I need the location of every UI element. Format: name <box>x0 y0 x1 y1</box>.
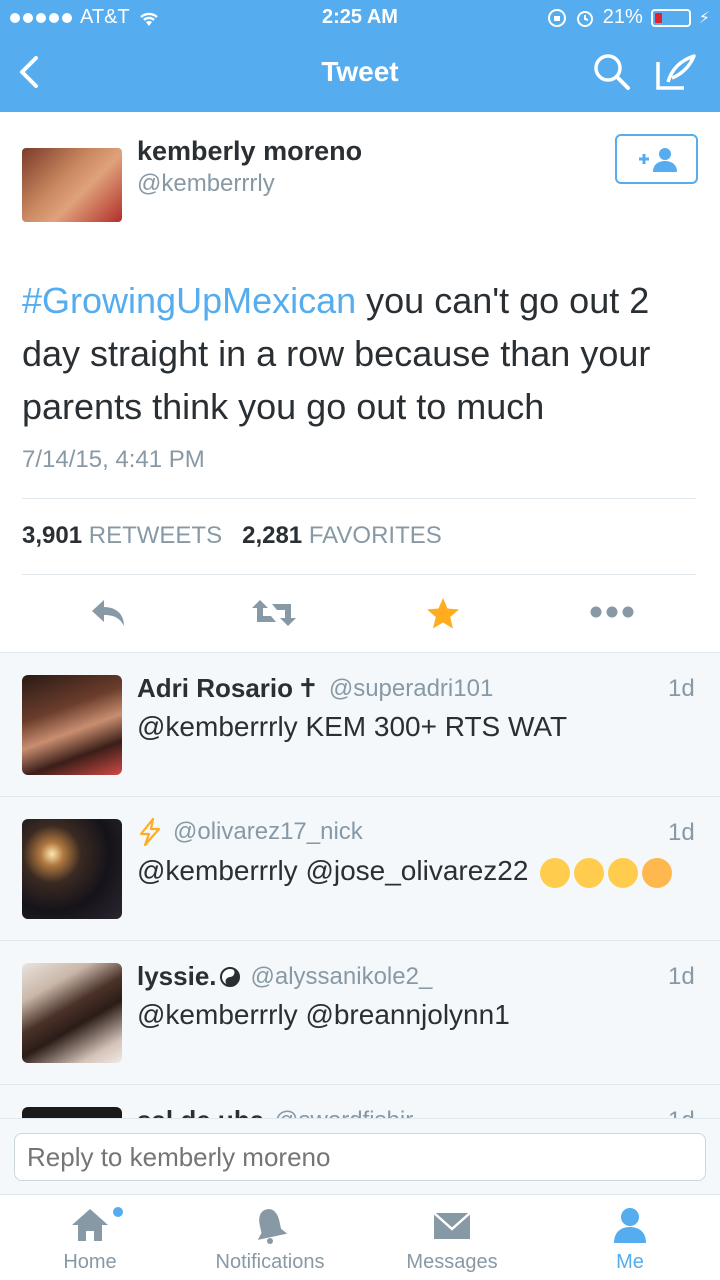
author-avatar[interactable] <box>22 148 122 222</box>
lightning-icon <box>139 817 161 847</box>
tweet-actions <box>0 590 720 642</box>
reply-text-body: @kemberrrly @jose_olivarez22 <box>137 855 529 886</box>
yin-yang-icon <box>219 966 240 987</box>
tab-notifications[interactable]: Notifications <box>180 1195 360 1280</box>
cross-symbol: ✝ <box>297 673 319 703</box>
tab-bar: Home Notifications Messages Me <box>0 1194 720 1280</box>
avatar[interactable] <box>22 819 122 919</box>
tweet-text: #GrowingUpMexican you can't go out 2 day… <box>22 274 702 433</box>
tab-label: Me <box>616 1251 644 1273</box>
author-handle[interactable]: @kemberrrly <box>137 170 275 198</box>
replies-list[interactable]: Adri Rosario ✝ @superadri101 1d @kemberrr… <box>0 652 720 1118</box>
tab-home[interactable]: Home <box>0 1195 180 1280</box>
compose-icon[interactable] <box>654 52 698 92</box>
rotation-lock-icon <box>547 8 566 27</box>
battery-icon <box>650 8 691 27</box>
battery-percent: 21% <box>602 6 643 28</box>
tears-of-joy-emoji-icon <box>608 857 639 888</box>
avatar[interactable] <box>22 963 122 1063</box>
reply-author-name[interactable]: sal de uba <box>137 1105 264 1118</box>
reply-author-name[interactable]: lyssie. <box>137 961 217 992</box>
person-icon <box>614 1208 646 1243</box>
tab-messages[interactable]: Messages <box>362 1195 542 1280</box>
tab-label: Notifications <box>215 1251 325 1273</box>
list-item[interactable]: Adri Rosario ✝ @superadri101 1d @kemberrr… <box>0 653 720 797</box>
tears-of-joy-emoji-icon <box>574 857 605 888</box>
reply-bar <box>0 1118 720 1194</box>
tab-label: Home <box>63 1251 117 1273</box>
reply-author-handle[interactable]: @swordfishir <box>274 1107 413 1119</box>
reply-age: 1d <box>668 675 695 702</box>
reply-input[interactable] <box>14 1133 706 1181</box>
favorite-star-icon[interactable] <box>425 596 461 632</box>
add-user-icon <box>639 148 677 172</box>
tab-me[interactable]: Me <box>540 1195 720 1280</box>
reply-age: 1d <box>668 1107 695 1118</box>
author-name[interactable]: kemberly moreno <box>137 136 362 167</box>
reply-icon[interactable] <box>88 596 128 630</box>
reply-author-name-text: Adri Rosario <box>137 673 294 703</box>
favorites-count: 2,281 <box>242 522 303 549</box>
more-icon[interactable] <box>590 606 634 618</box>
retweets-count: 3,901 <box>22 522 83 549</box>
divider <box>22 574 696 575</box>
hashtag-link[interactable]: #GrowingUpMexican <box>22 280 356 321</box>
tears-of-joy-emoji-icon <box>540 857 571 888</box>
tweet-stats[interactable]: 3,901 RETWEETS 2,281 FAVORITES <box>22 522 442 550</box>
alarm-icon <box>576 10 593 27</box>
top-bar: AT&T 2:25 AM 21% ⚡ Tweet <box>0 0 720 112</box>
favorites-label: FAVORITES <box>308 522 442 549</box>
reply-age: 1d <box>668 963 695 990</box>
search-icon[interactable] <box>592 52 632 92</box>
avatar[interactable] <box>22 1107 122 1118</box>
avatar[interactable] <box>22 675 122 775</box>
divider <box>22 498 696 499</box>
reply-text: @kemberrrly KEM 300+ RTS WAT <box>137 711 568 742</box>
reply-age: 1d <box>668 819 695 846</box>
unread-dot <box>113 1207 123 1217</box>
list-item[interactable]: @olivarez17_nick 1d @kemberrrly @jose_ol… <box>0 797 720 941</box>
list-item[interactable]: sal de uba @swordfishir 1d <box>0 1085 720 1118</box>
list-item[interactable]: lyssie. @alyssanikole2_ 1d @kemberrrly @… <box>0 941 720 1085</box>
reply-text: @kemberrrly @breannjolynn1 <box>137 999 510 1030</box>
reply-text: @kemberrrly @jose_olivarez22 <box>137 855 673 888</box>
tweet-timestamp: 7/14/15, 4:41 PM <box>22 446 205 473</box>
retweet-icon[interactable] <box>250 596 298 630</box>
envelope-icon <box>433 1212 471 1239</box>
follow-button[interactable] <box>615 134 698 184</box>
bell-icon <box>257 1209 288 1244</box>
home-icon <box>72 1209 108 1241</box>
reply-author-handle[interactable]: @olivarez17_nick <box>173 818 363 846</box>
tab-label: Messages <box>406 1251 498 1273</box>
charging-icon: ⚡ <box>698 9 710 27</box>
reply-author-handle[interactable]: @alyssanikole2_ <box>251 963 433 991</box>
status-bar: AT&T 2:25 AM 21% ⚡ <box>0 0 720 36</box>
reply-author-name[interactable]: Adri Rosario ✝ <box>137 673 319 704</box>
nav-bar: Tweet <box>0 36 720 112</box>
loudly-crying-emoji-icon <box>642 857 673 888</box>
retweets-label: RETWEETS <box>88 522 223 549</box>
reply-author-handle[interactable]: @superadri101 <box>329 675 493 703</box>
